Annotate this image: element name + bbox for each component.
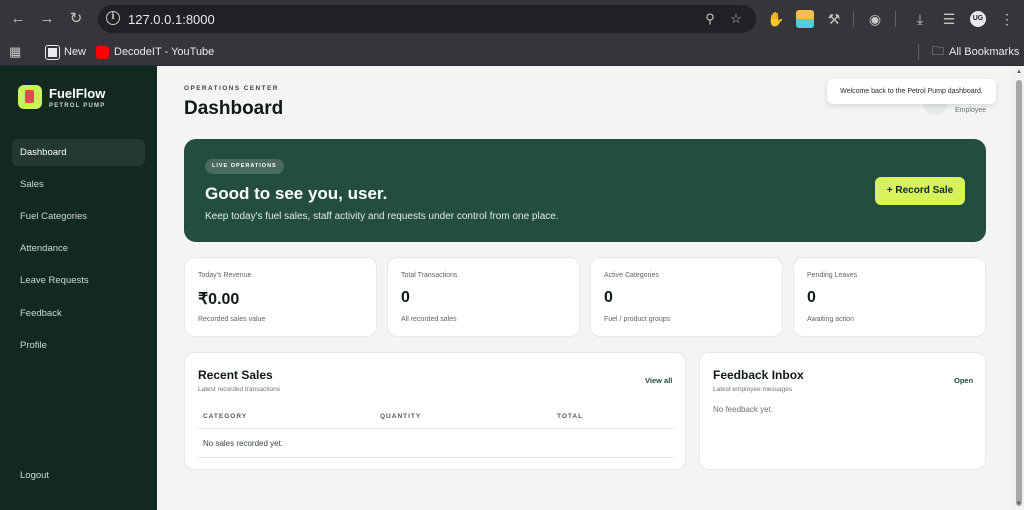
sidebar: FuelFlow PETROL PUMP Dashboard Sales Fue… <box>0 66 157 510</box>
browser-toolbar: ← → ↻ i 127.0.0.1:8000 ⚲ ☆ ✋ ⚒ ◉ ⤓ ☰ UG … <box>0 0 1024 38</box>
scroll-down-icon[interactable]: ▼ <box>1016 501 1022 507</box>
bookmarks-divider <box>918 44 919 60</box>
welcome-banner: LIVE OPERATIONS Good to see you, user. K… <box>184 139 986 242</box>
user-role: Employee <box>955 107 987 114</box>
bookmarks-bar: ▦ New DecodeIT - YouTube 🗀 All Bookmarks <box>0 38 1024 66</box>
reload-icon[interactable]: ↻ <box>66 9 86 29</box>
bookmark-star-icon[interactable]: ☆ <box>728 11 744 27</box>
sidebar-item-profile[interactable]: Profile <box>12 332 145 359</box>
site-info-icon[interactable]: i <box>106 11 120 25</box>
open-feedback-link[interactable]: Open <box>954 376 973 385</box>
brand-subtitle: PETROL PUMP <box>49 103 106 109</box>
page-viewport: FuelFlow PETROL PUMP Dashboard Sales Fue… <box>0 66 1024 510</box>
stat-caption: Fuel / product groups <box>604 316 671 323</box>
stat-card-revenue: Today's Revenue ₹0.00 Recorded sales val… <box>184 257 377 337</box>
kebab-menu-icon[interactable]: ⋮ <box>998 10 1016 28</box>
extensions-puzzle-icon[interactable]: ⚒ <box>825 10 843 28</box>
feedback-inbox-panel: Feedback Inbox Latest employee messages … <box>699 352 986 470</box>
stat-value: 0 <box>604 289 613 306</box>
fuel-pump-logo-icon <box>18 85 42 109</box>
banner-title: Good to see you, user. <box>205 184 388 203</box>
main-content: OPERATIONS CENTER Dashboard Employee Wel… <box>157 66 1014 510</box>
scrollbar-thumb[interactable] <box>1016 80 1022 506</box>
sidebar-item-fuel-categories[interactable]: Fuel Categories <box>12 203 145 230</box>
recent-sales-panel: Recent Sales Latest recorded transaction… <box>184 352 686 470</box>
all-bookmarks-label: All Bookmarks <box>949 46 1020 58</box>
forward-icon[interactable]: → <box>37 9 57 29</box>
welcome-toast: Welcome back to the Petrol Pump dashboar… <box>827 79 996 104</box>
folder-icon: 🗀 <box>932 43 945 58</box>
panel-subtitle: Latest recorded transactions <box>198 386 281 393</box>
column-header-category: CATEGORY <box>203 413 248 420</box>
profile-avatar[interactable]: UG <box>970 11 986 27</box>
sidebar-item-attendance[interactable]: Attendance <box>12 235 145 262</box>
sidebar-item-dashboard[interactable]: Dashboard <box>12 139 145 166</box>
download-icon[interactable]: ⤓ <box>911 10 929 28</box>
sidebar-item-feedback[interactable]: Feedback <box>12 300 145 327</box>
address-bar[interactable]: i 127.0.0.1:8000 ⚲ ☆ <box>98 5 756 33</box>
stat-card-transactions: Total Transactions 0 All recorded sales <box>387 257 580 337</box>
panel-subtitle: Latest employee messages <box>713 386 793 393</box>
youtube-icon <box>96 45 109 59</box>
page-title: Dashboard <box>184 98 284 119</box>
bookmark-label: New <box>64 46 87 58</box>
incognito-icon[interactable]: ◉ <box>866 10 884 28</box>
extension-colorful-icon[interactable] <box>796 10 814 28</box>
column-header-quantity: QUANTITY <box>380 413 422 420</box>
bookmark-new[interactable]: New <box>45 43 87 61</box>
stat-card-categories: Active Categories 0 Fuel / product group… <box>590 257 783 337</box>
sidebar-item-leave-requests[interactable]: Leave Requests <box>12 267 145 294</box>
apps-grid-icon[interactable]: ▦ <box>9 43 21 61</box>
toolbar-divider <box>853 11 854 27</box>
banner-description: Keep today's fuel sales, staff activity … <box>205 211 559 222</box>
sidebar-item-sales[interactable]: Sales <box>12 171 145 198</box>
zoom-icon[interactable]: ⚲ <box>702 11 718 27</box>
stat-value: 0 <box>401 289 410 306</box>
stat-caption: Awaiting action <box>807 316 854 323</box>
record-sale-button[interactable]: + Record Sale <box>875 177 965 205</box>
stat-caption: All recorded sales <box>401 316 457 323</box>
stat-card-pending-leaves: Pending Leaves 0 Awaiting action <box>793 257 986 337</box>
brand-name: FuelFlow <box>49 86 106 101</box>
table-divider <box>198 428 674 429</box>
toolbar-divider <box>895 11 896 27</box>
stat-value: 0 <box>807 289 816 306</box>
panel-title: Feedback Inbox <box>713 368 804 382</box>
empty-sales-message: No sales recorded yet. <box>203 439 284 448</box>
extension-hand-icon[interactable]: ✋ <box>767 10 785 28</box>
address-url[interactable]: 127.0.0.1:8000 <box>128 12 215 27</box>
empty-feedback-message: No feedback yet. <box>713 405 774 414</box>
stat-label: Pending Leaves <box>807 272 858 279</box>
stat-label: Total Transactions <box>401 272 458 279</box>
panel-title: Recent Sales <box>198 368 273 382</box>
logout-button[interactable]: Logout <box>12 462 145 489</box>
all-bookmarks[interactable]: 🗀 All Bookmarks <box>932 43 1019 61</box>
live-operations-badge: LIVE OPERATIONS <box>205 159 284 174</box>
bookmark-favicon-icon <box>45 44 60 60</box>
stat-label: Today's Revenue <box>198 272 252 279</box>
stat-caption: Recorded sales value <box>198 316 266 323</box>
page-scrollbar[interactable]: ▲ ▼ <box>1014 66 1024 510</box>
back-icon[interactable]: ← <box>8 9 28 29</box>
view-all-link[interactable]: View all <box>645 376 672 385</box>
page-eyebrow: OPERATIONS CENTER <box>184 85 279 92</box>
table-divider <box>198 457 674 458</box>
stat-value: ₹0.00 <box>198 291 240 308</box>
stat-label: Active Categories <box>604 272 659 279</box>
menu-list-icon[interactable]: ☰ <box>940 10 958 28</box>
bookmark-label: DecodeIT - YouTube <box>114 46 215 58</box>
bookmark-youtube[interactable]: DecodeIT - YouTube <box>96 43 214 61</box>
scroll-up-icon[interactable]: ▲ <box>1016 69 1022 75</box>
column-header-total: TOTAL <box>557 413 584 420</box>
